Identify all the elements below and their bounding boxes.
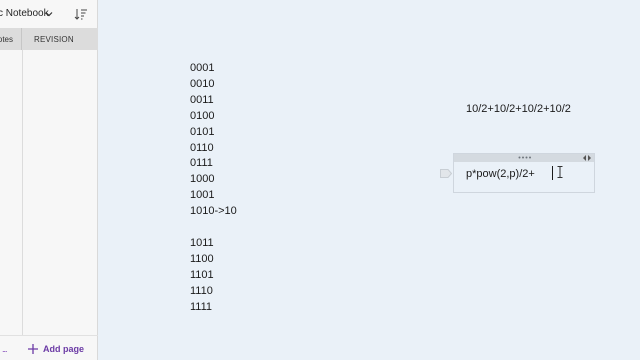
list-item: 1010->10 [190,205,237,218]
ibeam-cursor-icon [557,166,563,178]
more-options-button[interactable]: ... [2,344,7,354]
tab-notes[interactable]: otes [0,28,22,50]
section-divider [22,50,23,335]
nav-footer: ... Add page [0,335,98,360]
expression-text[interactable]: 10/2+10/2+10/2+10/2 [466,103,571,115]
binary-number-list[interactable]: 0001 0010 0011 0100 0101 0110 0111 1000 … [190,61,237,315]
list-item: 0110 [190,141,214,154]
list-item: 0111 [190,157,213,170]
list-item: 1000 [190,173,215,186]
add-page-button[interactable]: Add page [27,342,84,356]
list-item: 1011 [190,236,214,249]
section-tab-strip: otes REVISION [0,28,98,50]
tab-revision[interactable]: REVISION [22,28,98,50]
list-item: 1111 [190,300,213,313]
tab-notes-label: otes [0,35,13,44]
list-item: 0101 [190,125,215,138]
chevron-down-icon[interactable] [44,9,54,19]
text-caret [552,166,553,180]
list-item: 1101 [190,268,214,281]
tab-revision-label: REVISION [34,35,74,44]
sort-icon[interactable] [74,7,88,21]
note-text[interactable]: p*pow(2,p)/2+ [466,168,535,180]
note-tag-icon[interactable] [440,169,452,178]
resize-arrows-icon[interactable] [582,154,592,162]
list-item: 1100 [190,252,214,265]
list-item: 0010 [190,77,215,90]
list-item: 0001 [190,62,215,74]
list-item: 1110 [190,284,213,297]
note-container[interactable]: p*pow(2,p)/2+ [453,153,595,193]
plus-icon [28,344,38,354]
notebook-name: c Notebook [0,8,49,19]
navigation-pane: c Notebook otes REVISION ... Add page [0,0,98,360]
add-page-label: Add page [43,344,85,354]
drag-handle-icon[interactable] [518,156,532,159]
note-container-header[interactable] [454,154,594,162]
list-item: 0100 [190,109,215,122]
list-item: 0011 [190,93,214,106]
list-item: 1001 [190,189,215,202]
